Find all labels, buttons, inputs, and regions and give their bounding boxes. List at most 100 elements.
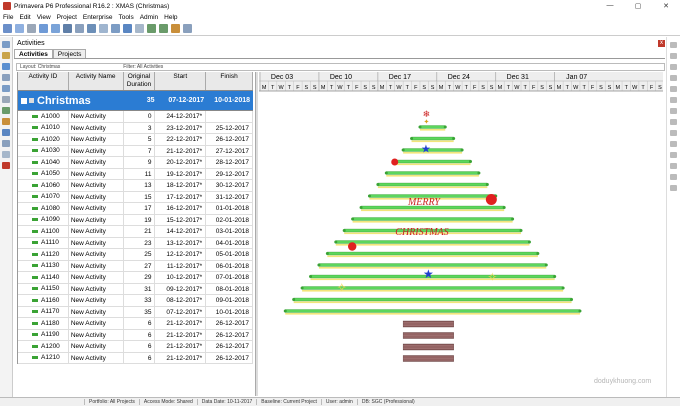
forward-icon[interactable]	[15, 24, 24, 33]
menu-tools[interactable]: Tools	[119, 14, 134, 21]
activity-icon	[32, 126, 38, 130]
table-row[interactable]: A1200 New Activity 6 21-12-2017* 26-12-2017	[18, 341, 253, 353]
column-header-activity-id[interactable]: Activity ID	[18, 72, 69, 90]
reports-icon[interactable]	[2, 96, 10, 103]
menu-file[interactable]: File	[3, 14, 13, 21]
menu-help[interactable]: Help	[164, 14, 177, 21]
gantt-chart[interactable]: Dec 03 Dec 10 Dec 17 Dec 24 Dec 31 Jan 07 M T W T…	[259, 72, 663, 396]
columns-icon[interactable]	[39, 24, 48, 33]
network-icon[interactable]	[63, 24, 72, 33]
outdent-icon[interactable]	[670, 108, 677, 114]
thresholds-icon[interactable]	[2, 162, 10, 169]
table-row[interactable]: A1020 New Activity 5 22-12-2017* 26-12-2017	[18, 134, 253, 146]
assign-icon[interactable]	[670, 141, 677, 147]
spell-icon[interactable]	[670, 185, 677, 191]
expenses-icon[interactable]	[2, 151, 10, 158]
column-header-start[interactable]: Start	[155, 72, 207, 90]
move-down-icon[interactable]	[670, 130, 677, 136]
table-row[interactable]: A1120 New Activity 25 12-12-2017* 05-01-2018	[18, 249, 253, 261]
zoom-in-icon[interactable]	[147, 24, 156, 33]
activity-duration: 0	[124, 111, 156, 122]
table-row[interactable]: A1180 New Activity 6 21-12-2017* 26-12-2017	[18, 318, 253, 330]
table-row[interactable]: A1040 New Activity 9 20-12-2017* 28-12-2017	[18, 157, 253, 169]
table-row[interactable]: A1070 New Activity 15 17-12-2017* 31-12-2017	[18, 191, 253, 203]
menu-admin[interactable]: Admin	[140, 14, 158, 21]
table-row[interactable]: A1110 New Activity 23 13-12-2017* 04-01-2018	[18, 237, 253, 249]
menu-edit[interactable]: Edit	[19, 14, 30, 21]
link-icon[interactable]	[670, 152, 677, 158]
activity-id-cell: A1160	[18, 295, 69, 306]
layout-filter-bar[interactable]: Layout: Christmas Filter: All Activities	[16, 63, 665, 71]
column-header-activity-name[interactable]: Activity Name	[69, 72, 124, 90]
table-row[interactable]: A1190 New Activity 6 21-12-2017* 26-12-2017	[18, 329, 253, 341]
filter-label[interactable]: Filter: All Activities	[120, 64, 163, 70]
menu-view[interactable]: View	[37, 14, 51, 21]
column-header-original-duration[interactable]: Original Duration	[124, 72, 156, 90]
table-row[interactable]: A1150 New Activity 31 09-12-2017* 08-01-2018	[18, 283, 253, 295]
activity-duration: 6	[124, 341, 156, 352]
documents-icon[interactable]	[2, 140, 10, 147]
wbs-row[interactable]: Christmas 35 07-12-2017 10-01-2018	[18, 91, 253, 111]
assignments-icon[interactable]	[2, 74, 10, 81]
menu-project[interactable]: Project	[57, 14, 77, 21]
table-row[interactable]: A1030 New Activity 7 21-12-2017* 27-12-2017	[18, 145, 253, 157]
menu-enterprise[interactable]: Enterprise	[83, 14, 113, 21]
filter-icon[interactable]	[87, 24, 96, 33]
group-icon[interactable]	[99, 24, 108, 33]
table-row[interactable]: A1130 New Activity 27 11-12-2017* 06-01-2018	[18, 260, 253, 272]
column-header-finish[interactable]: Finish	[206, 72, 253, 90]
splitter[interactable]	[255, 72, 258, 396]
zoom-out-icon[interactable]	[159, 24, 168, 33]
bars-icon[interactable]	[75, 24, 84, 33]
table-row[interactable]: A1010 New Activity 3 23-12-2017* 25-12-2017	[18, 122, 253, 134]
panel-close-button[interactable]: x	[658, 39, 665, 47]
indent-icon[interactable]	[670, 97, 677, 103]
find-icon[interactable]	[670, 174, 677, 180]
settings-icon[interactable]	[183, 24, 192, 33]
print-icon[interactable]	[171, 24, 180, 33]
activities-icon[interactable]	[2, 63, 10, 70]
collapse-icon[interactable]	[21, 97, 27, 104]
table-row[interactable]: A1210 New Activity 6 21-12-2017* 26-12-2017	[18, 352, 253, 364]
bar-start-node	[292, 298, 296, 301]
gantt-icon[interactable]	[51, 24, 60, 33]
sort-icon[interactable]	[111, 24, 120, 33]
back-icon[interactable]	[3, 24, 12, 33]
projects-icon[interactable]	[2, 41, 10, 48]
copy-icon[interactable]	[670, 75, 677, 81]
cut-icon[interactable]	[670, 64, 677, 70]
table-row[interactable]: A1050 New Activity 11 19-12-2017* 29-12-2017	[18, 168, 253, 180]
table-row[interactable]: A1000 New Activity 0 24-12-2017*	[18, 111, 253, 123]
paste-icon[interactable]	[670, 86, 677, 92]
risks-icon[interactable]	[2, 129, 10, 136]
add-icon[interactable]	[670, 42, 677, 48]
table-row[interactable]: A1160 New Activity 33 08-12-2017* 09-01-2018	[18, 295, 253, 307]
wbs-icon[interactable]	[2, 52, 10, 59]
table-row[interactable]: A1080 New Activity 17 16-12-2017* 01-01-2018	[18, 203, 253, 215]
activity-id: A1000	[41, 112, 60, 120]
table-row[interactable]: A1100 New Activity 21 14-12-2017* 03-01-2018	[18, 226, 253, 238]
layout-icon[interactable]	[27, 24, 36, 33]
issues-icon[interactable]	[2, 118, 10, 125]
activity-id: A1210	[41, 354, 60, 362]
delete-icon[interactable]	[670, 53, 677, 59]
tab-activities[interactable]: Activities	[14, 49, 53, 58]
activity-icon	[32, 356, 38, 360]
layout-label[interactable]: Layout: Christmas	[17, 64, 60, 70]
table-row[interactable]: A1170 New Activity 35 07-12-2017* 10-01-2018	[18, 306, 253, 318]
tab-projects[interactable]: Projects	[52, 49, 87, 58]
resources-icon[interactable]	[2, 85, 10, 92]
tracking-icon[interactable]	[2, 107, 10, 114]
level-icon[interactable]	[135, 24, 144, 33]
maximize-button[interactable]: ▢	[624, 2, 652, 10]
close-button[interactable]: ✕	[652, 2, 680, 10]
table-row[interactable]: A1060 New Activity 13 18-12-2017* 30-12-2017	[18, 180, 253, 192]
move-up-icon[interactable]	[670, 119, 677, 125]
notes-icon[interactable]	[670, 163, 677, 169]
table-row[interactable]: A1090 New Activity 19 15-12-2017* 02-01-2018	[18, 214, 253, 226]
schedule-icon[interactable]	[123, 24, 132, 33]
table-row[interactable]: A1140 New Activity 29 10-12-2017* 07-01-2018	[18, 272, 253, 284]
minimize-button[interactable]: —	[596, 2, 624, 10]
activity-start: 10-12-2017*	[155, 272, 207, 283]
day-label: S	[540, 85, 544, 91]
